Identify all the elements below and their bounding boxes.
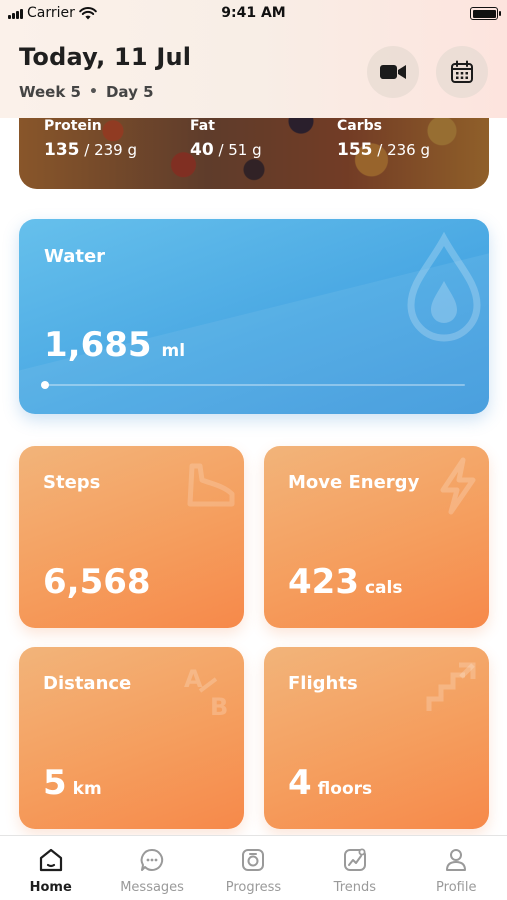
water-progress-track: [41, 381, 465, 389]
water-value: 1,685 ml: [44, 325, 185, 365]
page-title: Today, 11 Jul: [19, 43, 192, 71]
move-energy-card[interactable]: Move Energy 423 cals: [264, 446, 489, 628]
video-camera-icon: [380, 65, 406, 79]
tab-home[interactable]: Home: [0, 836, 101, 900]
macro-fat-value: 40 / 51 g: [190, 140, 262, 160]
steps-count: 6,568: [43, 562, 151, 602]
battery-icon: [470, 7, 501, 20]
status-bar: Carrier 9:41 AM: [0, 0, 507, 28]
water-progress-knob: [41, 381, 49, 389]
move-energy-value: 423 cals: [288, 562, 402, 602]
week-day-subtitle: Week 5 • Day 5: [19, 83, 154, 101]
flights-label: Flights: [288, 673, 358, 694]
tab-messages-label: Messages: [120, 880, 184, 895]
person-icon: [446, 849, 467, 871]
steps-card[interactable]: Steps 6,568: [19, 446, 244, 628]
macro-protein-value: 135 / 239 g: [44, 140, 138, 160]
macro-protein: Protein 135 / 239 g: [44, 118, 137, 160]
macro-carbs-value: 155 / 236 g: [337, 140, 431, 160]
a-to-b-icon: A B: [184, 665, 228, 721]
distance-label: Distance: [43, 673, 132, 694]
trend-chart-icon: [343, 848, 366, 871]
distance-value: 5 km: [43, 763, 102, 803]
subtitle-separator: •: [89, 84, 98, 100]
tab-bar: Home Messages Progress Trends Profile: [0, 835, 507, 900]
tab-trends[interactable]: Trends: [304, 836, 405, 900]
steps-label: Steps: [43, 472, 101, 493]
week-label: Week 5: [19, 83, 81, 101]
flights-count: 4: [288, 763, 312, 803]
lightning-icon: [440, 457, 476, 515]
header: Carrier 9:41 AM Today, 11 Jul Week 5 • D…: [0, 0, 507, 118]
distance-amount: 5: [43, 763, 67, 803]
chat-bubble-icon: [140, 848, 164, 871]
flights-unit: floors: [317, 779, 373, 799]
tab-progress[interactable]: Progress: [203, 836, 304, 900]
macro-fat: Fat 40 / 51 g: [190, 118, 262, 160]
water-label: Water: [44, 246, 106, 267]
shoe-icon: [187, 463, 235, 507]
tab-profile[interactable]: Profile: [406, 836, 507, 900]
flights-card[interactable]: Flights 4 floors: [264, 647, 489, 829]
flights-value: 4 floors: [288, 763, 372, 803]
tab-profile-label: Profile: [436, 880, 477, 895]
water-unit: ml: [161, 341, 186, 361]
day-label: Day 5: [105, 83, 154, 101]
home-icon: [39, 848, 62, 872]
macro-carbs-label: Carbs: [337, 118, 382, 134]
macro-carbs: Carbs 155 / 236 g: [337, 118, 430, 160]
tab-trends-label: Trends: [333, 880, 377, 895]
tab-home-label: Home: [29, 880, 72, 895]
stairs-icon: [426, 662, 476, 711]
status-time: 9:41 AM: [221, 5, 286, 21]
distance-card[interactable]: A B Distance 5 km: [19, 647, 244, 829]
svg-text:B: B: [210, 693, 228, 721]
video-call-button[interactable]: [367, 46, 419, 98]
progress-icon: [242, 849, 265, 871]
macro-fat-label: Fat: [190, 118, 215, 134]
tab-progress-label: Progress: [225, 880, 282, 895]
move-energy-unit: cals: [364, 578, 403, 598]
water-card[interactable]: Water 1,685 ml: [19, 219, 489, 414]
move-energy-label: Move Energy: [288, 472, 420, 493]
steps-value: 6,568: [43, 562, 151, 602]
water-drop-icon: [407, 231, 481, 342]
distance-unit: km: [72, 779, 102, 799]
water-amount: 1,685: [44, 325, 152, 365]
move-energy-amount: 423: [288, 562, 359, 602]
tab-messages[interactable]: Messages: [102, 836, 203, 900]
macro-protein-label: Protein: [44, 118, 102, 134]
calendar-button[interactable]: [436, 46, 488, 98]
calendar-icon: [451, 60, 473, 83]
